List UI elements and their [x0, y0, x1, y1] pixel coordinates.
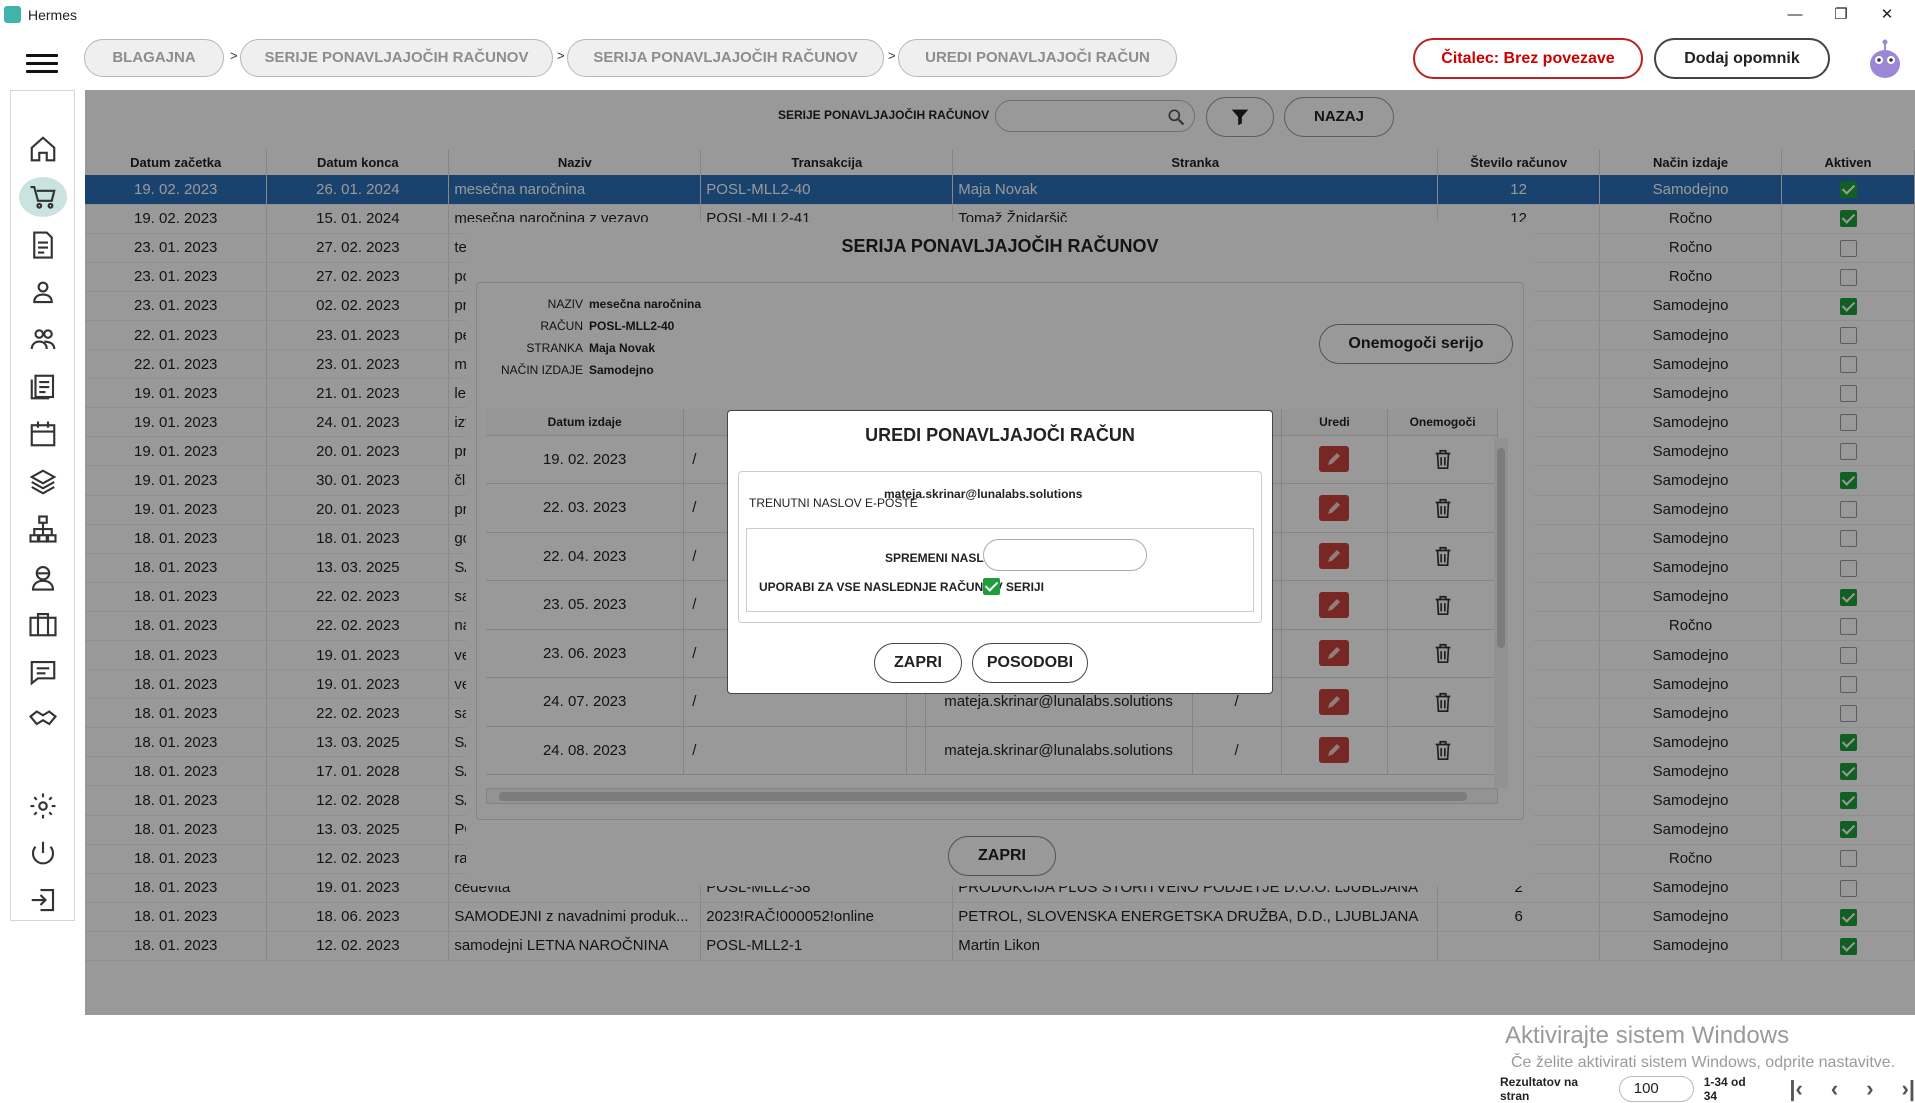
- maximize-button[interactable]: ❐: [1818, 2, 1864, 28]
- next-page-icon[interactable]: ›: [1866, 1076, 1873, 1102]
- email-panel: TRENUTNI NASLOV E-POŠTE mateja.skrinar@l…: [738, 471, 1262, 623]
- pager-range: 1-34 od 34: [1703, 1075, 1746, 1103]
- pager: Rezultatov na stran 100 1-34 od 34 |‹ ‹ …: [1500, 1075, 1915, 1103]
- breadcrumb-separator: >: [888, 48, 896, 63]
- breadcrumb-serije[interactable]: SERIJE PONAVLJAJOČIH RAČUNOV: [240, 39, 553, 77]
- briefcase-icon[interactable]: [25, 606, 61, 642]
- add-reminder-button[interactable]: Dodaj opomnik: [1654, 38, 1830, 79]
- window-title: Hermes: [28, 7, 78, 23]
- notes-icon[interactable]: [25, 369, 61, 405]
- power-icon[interactable]: [25, 835, 61, 871]
- breadcrumb-serija[interactable]: SERIJA PONAVLJAJOČIH RAČUNOV: [567, 39, 884, 77]
- cart-icon[interactable]: [19, 177, 67, 217]
- update-button[interactable]: POSODOBI: [972, 643, 1088, 683]
- breadcrumb-blagajna[interactable]: BLAGAJNA: [84, 39, 224, 77]
- network-icon[interactable]: [25, 511, 61, 547]
- edit-modal-title: UREDI PONAVLJAJOČI RAČUN: [865, 425, 1135, 445]
- use-all-label: UPORABI ZA VSE NASLEDNJE RAČUNE V SERIJI: [759, 580, 1044, 594]
- minimize-button[interactable]: —: [1772, 2, 1818, 28]
- breadcrumb-separator: >: [230, 48, 238, 63]
- prev-page-icon[interactable]: ‹: [1831, 1076, 1838, 1102]
- document-icon[interactable]: [25, 227, 61, 263]
- avatar[interactable]: [1866, 38, 1904, 80]
- handshake-icon[interactable]: [25, 701, 61, 737]
- user-icon[interactable]: [25, 274, 61, 310]
- close-edit-button[interactable]: ZAPRI: [874, 643, 962, 683]
- per-page-select[interactable]: 100: [1618, 1076, 1694, 1102]
- reader-status-button[interactable]: Čitalec: Brez povezave: [1413, 38, 1643, 79]
- close-window-button[interactable]: ✕: [1864, 2, 1910, 28]
- logout-icon[interactable]: [25, 882, 61, 918]
- use-all-checkbox[interactable]: [983, 578, 1000, 595]
- window-titlebar: Hermes — ❐ ✕: [0, 0, 1915, 30]
- users-icon[interactable]: [25, 321, 61, 357]
- current-email-value: mateja.skrinar@lunalabs.solutions: [884, 487, 1083, 501]
- activation-watermark-text: Če želite aktivirati sistem Windows, odp…: [1511, 1054, 1896, 1071]
- first-page-icon[interactable]: |‹: [1789, 1076, 1802, 1102]
- app-logo-icon: [4, 6, 21, 23]
- support-icon[interactable]: [25, 559, 61, 595]
- activation-watermark-title: Aktivirajte sistem Windows: [1505, 1022, 1790, 1049]
- menu-icon[interactable]: [26, 54, 58, 78]
- pager-label: Rezultatov na stran: [1500, 1075, 1579, 1103]
- change-email-box: SPREMENI NASLOV UPORABI ZA VSE NASLEDNJE…: [746, 528, 1254, 612]
- edit-invoice-modal: UREDI PONAVLJAJOČI RAČUN TRENUTNI NASLOV…: [727, 410, 1273, 694]
- change-email-input[interactable]: [983, 539, 1147, 571]
- sidebar: [10, 90, 75, 921]
- chat-icon[interactable]: [25, 654, 61, 690]
- home-icon[interactable]: [25, 131, 61, 167]
- layers-icon[interactable]: [25, 464, 61, 500]
- last-page-icon[interactable]: ›|: [1902, 1076, 1915, 1102]
- breadcrumb-uredi[interactable]: UREDI PONAVLJAJOČI RAČUN: [898, 39, 1177, 77]
- settings-icon[interactable]: [25, 788, 61, 824]
- breadcrumb-separator: >: [557, 48, 565, 63]
- calendar-icon[interactable]: [25, 416, 61, 452]
